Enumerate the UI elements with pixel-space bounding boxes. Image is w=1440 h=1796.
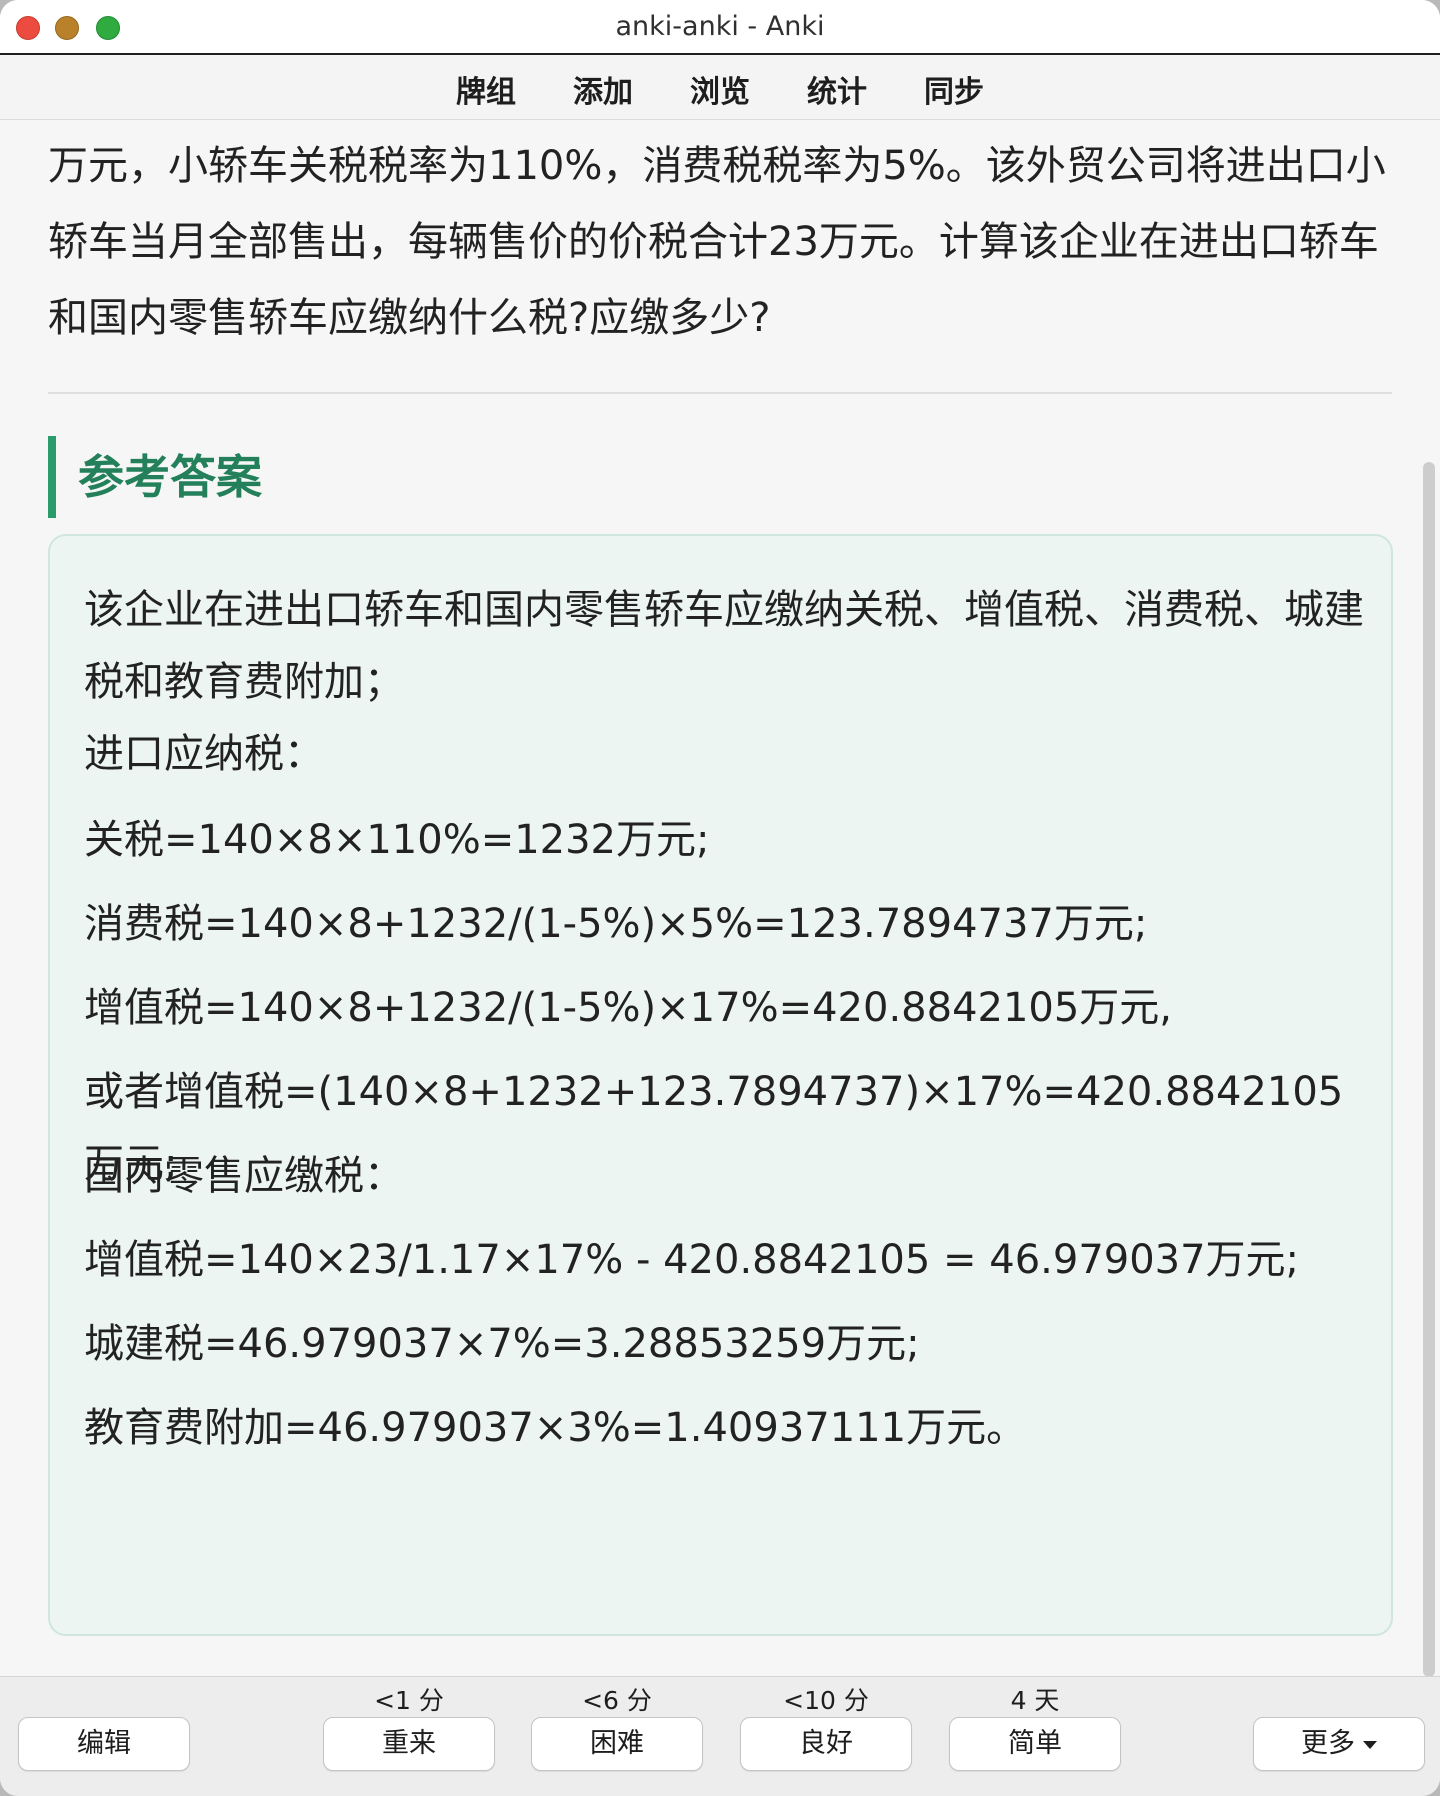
toolbar-sync-link[interactable]: 同步 [920, 67, 988, 111]
answer-line: 进口应纳税： [84, 731, 324, 777]
toolbar-decks-link[interactable]: 牌组 [452, 67, 520, 111]
more-button[interactable]: 更多 [1253, 1717, 1425, 1771]
window-title: anki-anki - Anki [615, 11, 825, 42]
answer-heading: 参考答案 [48, 436, 262, 518]
answer-line: 关税=140×8×110%=1232万元; [84, 817, 710, 863]
good-interval: <10 分 [783, 1686, 869, 1715]
good-button[interactable]: 良好 [740, 1717, 912, 1771]
main-toolbar: 牌组 添加 浏览 统计 同步 [0, 55, 1440, 120]
answer-line: 该企业在进出口轿车和国内零售轿车应缴纳关税、增值税、消费税、城建税和教育费附加； [84, 587, 1364, 705]
edit-button[interactable]: 编辑 [18, 1717, 190, 1771]
answer-line: 消费税=140×8+1232/(1-5%)×5%=123.7894737万元; [84, 901, 1148, 947]
answer-line: 增值税=140×23/1.17×17% - 420.8842105 = 46.9… [84, 1237, 1300, 1283]
card-content: 万元，小轿车关税税率为110%，消费税税率为5%。该外贸公司将进出口小轿车当月全… [0, 120, 1440, 1676]
again-interval: <1 分 [374, 1686, 444, 1715]
answer-box: 该企业在进出口轿车和国内零售轿车应缴纳关税、增值税、消费税、城建税和教育费附加；… [48, 534, 1393, 1636]
easy-button[interactable]: 简单 [949, 1717, 1121, 1771]
review-bottom-bar: 编辑 <1 分 重来 <6 分 困难 <10 分 良好 4 天 简单 更多 [0, 1676, 1440, 1796]
answer-line: 增值税=140×8+1232/(1-5%)×17%=420.8842105万元, [84, 985, 1173, 1031]
title-bar: anki-anki - Anki [0, 0, 1440, 55]
answer-line: 国内零售应缴税： [84, 1153, 404, 1199]
easy-interval: 4 天 [1010, 1686, 1060, 1715]
answer-line: 城建税=46.979037×7%=3.28853259万元; [84, 1321, 920, 1367]
toolbar-stats-link[interactable]: 统计 [803, 67, 871, 111]
question-answer-divider [48, 392, 1392, 394]
question-text: 万元，小轿车关税税率为110%，消费税税率为5%。该外贸公司将进出口小轿车当月全… [48, 143, 1386, 341]
chevron-down-icon [1363, 1740, 1377, 1749]
hard-button[interactable]: 困难 [531, 1717, 703, 1771]
again-button[interactable]: 重来 [323, 1717, 495, 1771]
answer-line: 教育费附加=46.979037×3%=1.40937111万元。 [84, 1405, 1027, 1451]
content-scrollbar[interactable] [1423, 462, 1435, 1677]
toolbar-browse-link[interactable]: 浏览 [686, 67, 754, 111]
toolbar-add-link[interactable]: 添加 [569, 67, 637, 111]
anki-window: anki-anki - Anki 牌组 添加 浏览 统计 同步 万元，小轿车关税… [0, 0, 1440, 1796]
more-button-label: 更多 [1301, 1728, 1355, 1759]
hard-interval: <6 分 [582, 1686, 652, 1715]
